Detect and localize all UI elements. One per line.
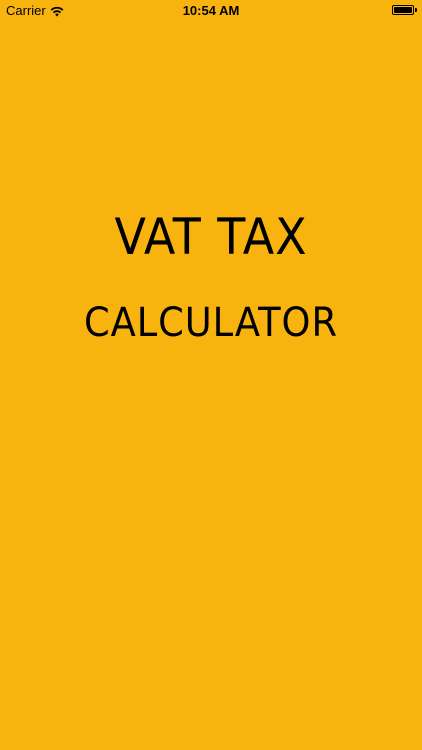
battery-icon	[392, 5, 417, 15]
splash-title-calculator: CALCULATOR	[84, 300, 338, 346]
status-bar: Carrier 10:54 AM	[0, 0, 422, 24]
status-right	[392, 5, 417, 15]
splash-title-vat-tax: VAT TAX	[114, 208, 308, 266]
status-time: 10:54 AM	[182, 3, 240, 18]
battery-tip	[415, 8, 417, 12]
battery-fill	[394, 7, 412, 13]
